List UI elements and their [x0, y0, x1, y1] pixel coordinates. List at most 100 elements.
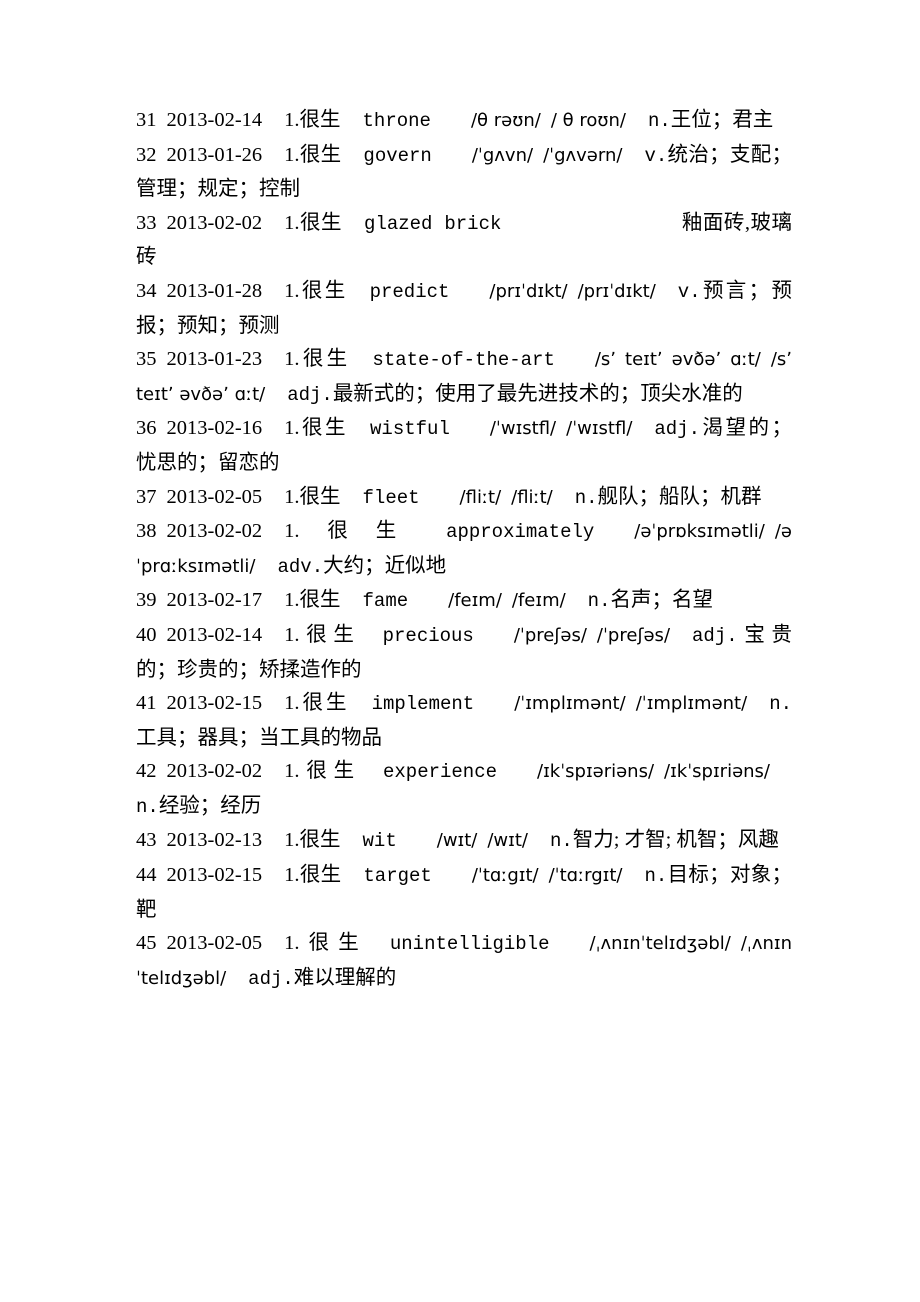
- entry-ipa-uk: /feɪm/: [448, 590, 502, 612]
- entry-date: 2013-02-16: [166, 417, 263, 440]
- entry-word: target: [363, 865, 432, 888]
- entry-familiarity: 1.很生: [284, 417, 349, 440]
- entry-ipa-uk: /ˈtɑːgɪt/: [471, 865, 539, 887]
- entry-pos: n.: [587, 590, 611, 613]
- entry-pos: adj.: [287, 383, 333, 406]
- entry-pos: n.: [549, 830, 573, 853]
- entry-familiarity: 1.很生: [284, 692, 350, 715]
- entry-pos: n.: [136, 795, 159, 818]
- entry-familiarity: 1.很生: [284, 760, 361, 783]
- entry-familiarity: 1.很生: [284, 279, 348, 302]
- entry-pos: adj.: [248, 967, 294, 990]
- entry-date: 2013-01-26: [166, 143, 263, 166]
- vocabulary-entry: 33 2013-02-02 1.很生 glazed brick 釉面砖,玻璃砖: [136, 207, 792, 275]
- entry-word: state-of-the-art: [372, 349, 555, 372]
- entry-word: implement: [371, 693, 475, 716]
- entry-ipa-uk: /prɪˈdɪkt/: [489, 280, 568, 302]
- entry-date: 2013-02-15: [166, 864, 263, 887]
- entry-word: precious: [382, 624, 474, 647]
- vocabulary-entry: 45 2013-02-05 1.很生 unintelligible /ˌʌnɪn…: [136, 927, 792, 996]
- entry-meaning: 工具；器具；当工具的物品: [136, 726, 382, 749]
- entry-date: 2013-02-02: [166, 760, 263, 783]
- vocabulary-entry: 39 2013-02-17 1.很生 fame /feɪm/ /feɪm/ n.…: [136, 584, 792, 619]
- entry-index: 45: [136, 932, 157, 955]
- entry-pos: n.: [574, 486, 598, 509]
- entry-word: throne: [362, 110, 431, 132]
- entry-index: 36: [136, 417, 157, 440]
- entry-date: 2013-02-14: [166, 623, 263, 646]
- entry-index: 40: [136, 623, 157, 646]
- entry-meaning: 名声；名望: [610, 589, 713, 612]
- entry-pos: v.: [644, 144, 668, 167]
- entry-date: 2013-02-02: [166, 211, 263, 234]
- entry-pos: adj.: [692, 624, 738, 647]
- entry-familiarity: 1.很生: [284, 932, 368, 955]
- entry-word: fame: [362, 590, 409, 613]
- entry-date: 2013-02-13: [166, 829, 263, 852]
- entry-ipa-us: /ˈwɪstfl/: [566, 418, 633, 440]
- entry-ipa-us: /feɪm/: [511, 590, 566, 612]
- entry-ipa-uk: /ɪkˈspɪəriəns/: [537, 761, 655, 783]
- entry-index: 32: [136, 143, 157, 166]
- entry-word: unintelligible: [389, 933, 550, 956]
- entry-familiarity: 1.很生: [284, 589, 341, 612]
- entry-meaning: 难以理解的: [293, 966, 397, 989]
- entry-word: glazed brick: [364, 212, 502, 235]
- entry-date: 2013-02-02: [166, 520, 263, 543]
- entry-pos: adv.: [277, 555, 324, 578]
- entry-familiarity: 1.很生: [284, 864, 342, 887]
- entry-date: 2013-01-23: [166, 348, 263, 371]
- entry-ipa-us: /ˈtɑːrgɪt/: [548, 865, 623, 887]
- entry-ipa-us: /ˈgʌvərn/: [543, 144, 623, 166]
- entry-index: 41: [136, 692, 157, 715]
- vocabulary-entry: 34 2013-01-28 1.很生 predict /prɪˈdɪkt/ /p…: [136, 275, 792, 343]
- entry-date: 2013-02-15: [166, 692, 263, 715]
- entry-pos: n.: [644, 865, 668, 888]
- entry-meaning: 王位；君主: [670, 109, 774, 131]
